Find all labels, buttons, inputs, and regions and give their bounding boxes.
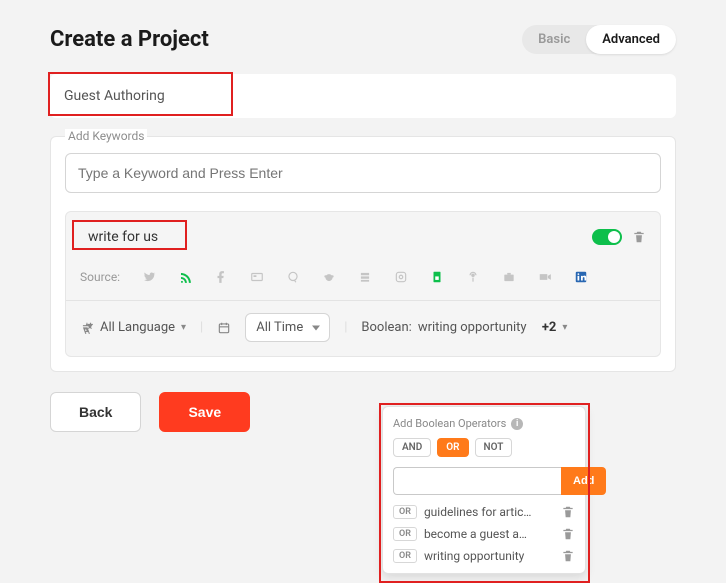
chevron-down-icon: ▾ [181, 322, 186, 333]
keyword-card: write for us Source: [65, 211, 661, 357]
op-and[interactable]: AND [393, 438, 431, 457]
facebook-icon[interactable] [214, 270, 228, 284]
boolean-popover: Add Boolean Operators i AND OR NOT Add O… [382, 406, 586, 574]
boolean-list: OR guidelines for artic… OR become a gue… [393, 505, 575, 563]
calendar-icon [217, 321, 231, 335]
briefcase-icon[interactable] [502, 270, 516, 284]
op-or[interactable]: OR [437, 438, 468, 457]
boolean-summary-text: writing opportunity [418, 320, 527, 335]
save-button[interactable]: Save [159, 392, 250, 432]
boolean-item: OR writing opportunity [393, 549, 575, 563]
podcast-icon[interactable] [466, 270, 480, 284]
delete-boolean-icon[interactable] [561, 527, 575, 541]
translate-icon [80, 321, 94, 335]
twitter-icon[interactable] [142, 270, 156, 284]
stackexchange-icon[interactable] [358, 270, 372, 284]
boolean-extra-count: +2 [542, 320, 557, 335]
language-value: All Language [100, 320, 175, 335]
chevron-down-icon: ▾ [562, 322, 567, 333]
source-label: Source: [80, 270, 120, 284]
boolean-item-op: OR [393, 527, 417, 541]
news-icon[interactable] [250, 270, 264, 284]
keyword-input[interactable] [65, 153, 661, 193]
linkedin-icon[interactable] [574, 270, 588, 284]
back-button[interactable]: Back [50, 392, 141, 432]
reddit-icon[interactable] [322, 270, 336, 284]
boolean-item-op: OR [393, 549, 417, 563]
boolean-add-input[interactable] [393, 467, 561, 495]
keywords-section: Add Keywords write for us Source: [50, 136, 676, 372]
boolean-item-text: become a guest a… [424, 527, 554, 541]
mode-toggle: Basic Advanced [522, 25, 676, 54]
boolean-label: Boolean: [361, 320, 411, 335]
project-name-input[interactable]: Guest Authoring [50, 74, 676, 118]
keyword-toggle[interactable] [592, 229, 622, 245]
delete-boolean-icon[interactable] [561, 549, 575, 563]
boolean-item: OR guidelines for artic… [393, 505, 575, 519]
op-not[interactable]: NOT [475, 438, 513, 457]
delete-keyword-icon[interactable] [632, 230, 646, 244]
boolean-popover-title: Add Boolean Operators [393, 417, 506, 430]
time-filter[interactable]: All Time [245, 313, 330, 342]
quora-icon[interactable] [286, 270, 300, 284]
instagram-icon[interactable] [394, 270, 408, 284]
boolean-add-button[interactable]: Add [561, 467, 606, 495]
mode-advanced[interactable]: Advanced [586, 25, 676, 54]
info-icon[interactable]: i [511, 418, 523, 430]
source-icons [142, 270, 646, 284]
keywords-section-label: Add Keywords [65, 129, 147, 143]
boolean-item-text: guidelines for artic… [424, 505, 554, 519]
boolean-item: OR become a guest a… [393, 527, 575, 541]
page-title: Create a Project [50, 27, 209, 52]
sheet-icon[interactable] [430, 270, 444, 284]
language-filter[interactable]: All Language ▾ [80, 320, 186, 335]
boolean-item-text: writing opportunity [424, 549, 554, 563]
time-value: All Time [256, 320, 303, 335]
keyword-term: write for us [80, 226, 166, 248]
boolean-summary[interactable]: Boolean: writing opportunity +2 ▾ [361, 320, 567, 335]
mode-basic[interactable]: Basic [522, 25, 586, 54]
video-icon[interactable] [538, 270, 552, 284]
project-name-value: Guest Authoring [64, 88, 165, 104]
boolean-item-op: OR [393, 505, 417, 519]
delete-boolean-icon[interactable] [561, 505, 575, 519]
rss-icon[interactable] [178, 270, 192, 284]
